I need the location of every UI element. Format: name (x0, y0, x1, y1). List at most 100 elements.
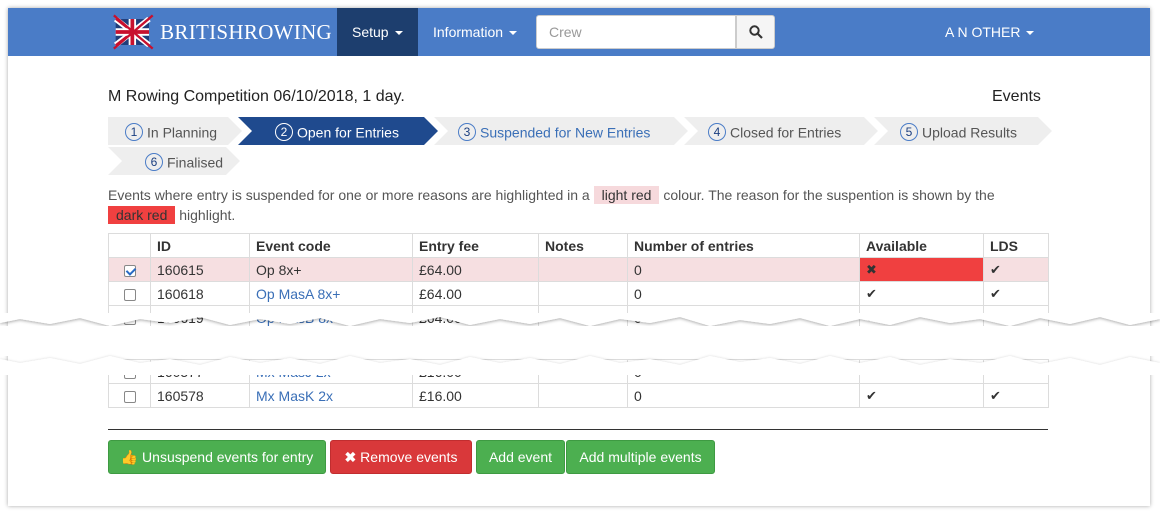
unsuspend-events-button[interactable]: 👍 Unsuspend events for entry (108, 440, 326, 474)
thumbs-up-icon: 👍 (120, 449, 139, 465)
user-menu[interactable]: A N OTHER (930, 8, 1049, 56)
information-menu[interactable]: Information (418, 8, 536, 56)
row-checkbox[interactable] (123, 390, 136, 403)
button-label: Add multiple events (579, 449, 702, 465)
step-number: 5 (900, 123, 918, 141)
brand-logo[interactable]: BRITISHROWING (112, 12, 332, 52)
step-in-planning[interactable]: 1 In Planning (108, 117, 242, 145)
step-number: 1 (125, 123, 143, 141)
header-select (108, 233, 151, 258)
header-number-of-entries[interactable]: Number of entries (627, 233, 860, 258)
info-text: highlight. (179, 207, 236, 223)
header-lds[interactable]: LDS (983, 233, 1049, 258)
torn-edge-separator (0, 313, 1160, 375)
step-suspended-for-new-entries[interactable]: 3 Suspended for New Entries (434, 117, 688, 145)
available-cell: ✔ (859, 281, 984, 306)
step-label: In Planning (147, 124, 218, 141)
number-of-entries: 0 (627, 257, 860, 282)
step-number: 3 (458, 123, 476, 141)
step-number: 4 (708, 123, 726, 141)
check-icon: ✔ (866, 286, 877, 301)
entry-fee: £16.00 (412, 383, 539, 408)
app-window: BRITISHROWING Setup Information A N OTHE… (8, 8, 1150, 506)
notes (538, 281, 628, 306)
check-icon: ✔ (990, 388, 1001, 403)
information-menu-label: Information (433, 24, 504, 40)
notes (538, 383, 628, 408)
row-select (108, 383, 151, 408)
check-icon: ✔ (990, 262, 1001, 277)
page-heading: Events (992, 88, 1041, 105)
step-label: Open for Entries (297, 124, 399, 141)
step-label: Suspended for New Entries (480, 124, 651, 141)
lds-cell: ✔ (983, 383, 1049, 408)
step-label: Finalised (167, 154, 224, 171)
row-checkbox[interactable] (123, 288, 136, 301)
caret-down-icon (394, 31, 403, 36)
info-text: Events where entry is suspended for one … (108, 187, 590, 203)
union-flag-icon (113, 14, 154, 50)
caret-down-icon (1026, 31, 1035, 36)
header-event-code[interactable]: Event code (249, 233, 413, 258)
step-label: Closed for Entries (730, 124, 842, 141)
add-multiple-events-button[interactable]: Add multiple events (566, 440, 715, 474)
lds-cell: ✔ (983, 257, 1049, 282)
event-code-link[interactable]: Mx MasK 2x (256, 388, 333, 404)
step-number: 2 (275, 123, 293, 141)
competition-title: M Rowing Competition 06/10/2018, 1 day. (108, 88, 405, 105)
available-cell: ✖ (859, 257, 984, 282)
dark-red-swatch: dark red (108, 206, 176, 224)
step-upload-results[interactable]: 5 Upload Results (874, 117, 1052, 145)
info-text: colour. The reason for the suspention is… (663, 187, 995, 203)
setup-menu[interactable]: Setup (337, 8, 418, 56)
search-icon (748, 25, 763, 39)
header-available[interactable]: Available (859, 233, 984, 258)
event-id: 160578 (150, 383, 250, 408)
brand-name: BRITISHROWING (160, 19, 332, 44)
light-red-swatch: light red (593, 186, 660, 204)
add-event-button[interactable]: Add event (476, 440, 565, 474)
header-entry-fee[interactable]: Entry fee (412, 233, 539, 258)
step-finalised[interactable]: 6 Finalised (108, 147, 240, 175)
step-closed-for-entries[interactable]: 4 Closed for Entries (684, 117, 878, 145)
header-notes[interactable]: Notes (538, 233, 628, 258)
remove-icon: ✖ (344, 449, 357, 465)
crew-search-input[interactable] (536, 15, 736, 49)
button-label: Unsuspend events for entry (142, 449, 314, 465)
event-code-cell: Mx MasK 2x (249, 383, 413, 408)
suspension-info-text: Events where entry is suspended for one … (108, 185, 1028, 225)
number-of-entries: 0 (627, 383, 860, 408)
navbar: BRITISHROWING Setup Information A N OTHE… (8, 8, 1150, 56)
button-label: Add event (488, 449, 553, 465)
button-label: Remove events (360, 449, 458, 465)
event-code-cell: Op MasA 8x+ (249, 281, 413, 306)
cross-icon: ✖ (866, 262, 877, 277)
entry-fee: £64.00 (412, 257, 539, 282)
row-checkbox[interactable] (123, 264, 136, 277)
remove-events-button[interactable]: ✖ Remove events (330, 440, 472, 474)
user-menu-label: A N OTHER (945, 24, 1021, 40)
step-open-for-entries[interactable]: 2 Open for Entries (238, 117, 438, 145)
entry-fee: £64.00 (412, 281, 539, 306)
check-icon: ✔ (990, 286, 1001, 301)
table-row[interactable]: 160578 Mx MasK 2x £16.00 0 ✔ ✔ (108, 383, 1049, 408)
divider (108, 429, 1048, 430)
table-row[interactable]: 160615 Op 8x+ £64.00 0 ✖ ✔ (108, 257, 1049, 282)
table-header-row: ID Event code Entry fee Notes Number of … (108, 233, 1049, 258)
check-icon: ✔ (866, 388, 877, 403)
header-id[interactable]: ID (150, 233, 250, 258)
lds-cell: ✔ (983, 281, 1049, 306)
setup-menu-label: Setup (352, 24, 389, 40)
event-code-link[interactable]: Op MasA 8x+ (256, 286, 340, 302)
event-id: 160615 (150, 257, 250, 282)
number-of-entries: 0 (627, 281, 860, 306)
search-button[interactable] (736, 15, 775, 49)
table-row[interactable]: 160618 Op MasA 8x+ £64.00 0 ✔ ✔ (108, 281, 1049, 306)
caret-down-icon (509, 31, 518, 36)
row-select (108, 257, 151, 282)
event-code: Op 8x+ (249, 257, 413, 282)
available-cell: ✔ (859, 383, 984, 408)
step-label: Upload Results (922, 124, 1017, 141)
event-id: 160618 (150, 281, 250, 306)
notes (538, 257, 628, 282)
